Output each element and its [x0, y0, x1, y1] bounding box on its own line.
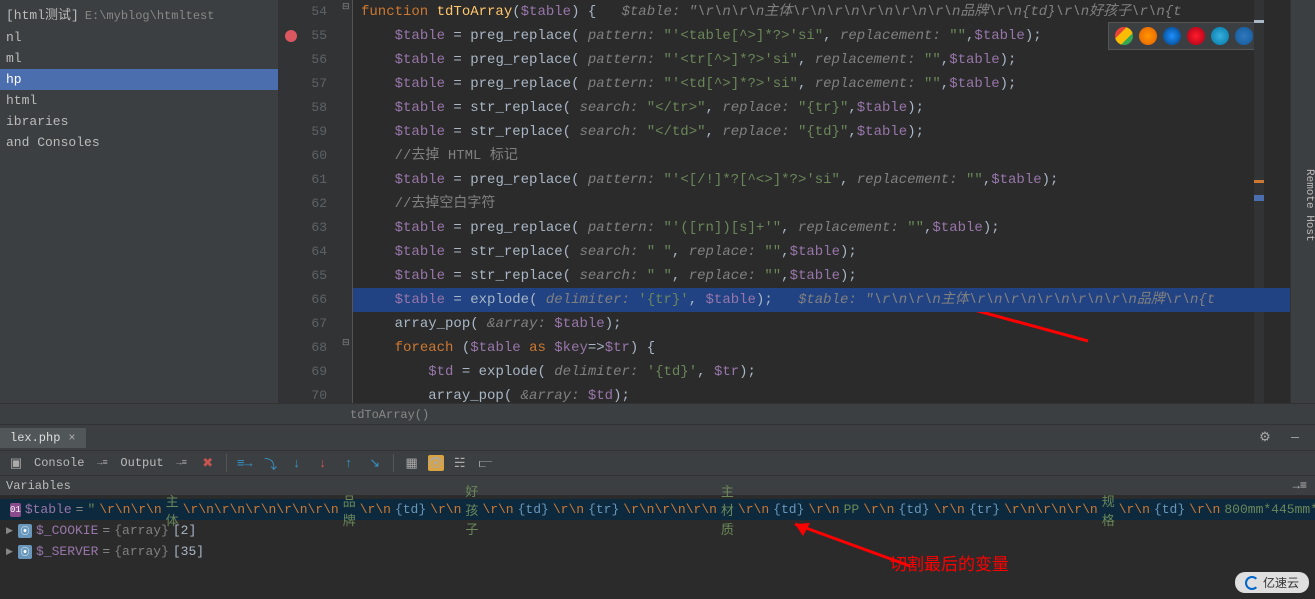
line-number[interactable]: 63: [279, 216, 327, 240]
code-line[interactable]: array_pop( &array: $table);: [353, 312, 1290, 336]
firefox-icon[interactable]: [1139, 27, 1157, 45]
output-dropdown-icon[interactable]: →≡: [172, 453, 192, 473]
step-out-icon[interactable]: ↑: [339, 453, 359, 473]
variable-row[interactable]: ▶⦿$_SERVER = {array} [35]: [0, 541, 1315, 562]
debug-toolbar: ▣ Console →≡ Output →≡ ✖ ≡→ ⤵ ↓ ↓ ↑ ↘ ▦ …: [0, 450, 1315, 475]
evaluate-icon[interactable]: ▦: [402, 453, 422, 473]
code-line[interactable]: $table = preg_replace( pattern: "'([rn])…: [353, 216, 1290, 240]
settings-icon[interactable]: ☵: [450, 453, 470, 473]
variable-row[interactable]: ▶⦿$_COOKIE = {array} [2]: [0, 520, 1315, 541]
edge-icon[interactable]: [1235, 27, 1253, 45]
line-number[interactable]: 55: [279, 24, 327, 48]
step-over-icon[interactable]: ⤵: [261, 453, 281, 473]
console-label[interactable]: Console: [32, 456, 86, 470]
close-output-icon[interactable]: ✖: [198, 453, 218, 473]
ie-icon[interactable]: [1211, 27, 1229, 45]
code-line[interactable]: $table = explode( delimiter: '{tr}', $ta…: [353, 288, 1290, 312]
watch-icon[interactable]: 👁: [428, 455, 444, 471]
code-line[interactable]: $table = str_replace( search: "</td>", r…: [353, 120, 1290, 144]
minimize-icon[interactable]: —: [1285, 428, 1305, 448]
code-line[interactable]: //去掉 HTML 标记: [353, 144, 1290, 168]
debug-tab-row: lex.php× ⚙ —: [0, 425, 1315, 450]
watermark: 亿速云: [1235, 572, 1309, 593]
line-number[interactable]: 67: [279, 312, 327, 336]
tree-item[interactable]: ml: [0, 48, 278, 69]
output-label[interactable]: Output: [118, 456, 165, 470]
tree-item[interactable]: html: [0, 90, 278, 111]
run-to-cursor-icon[interactable]: ↘: [365, 453, 385, 473]
console-dropdown-icon[interactable]: →≡: [92, 453, 112, 473]
project-path: E:\myblog\htmltest: [85, 9, 215, 23]
line-number[interactable]: 62: [279, 192, 327, 216]
line-number[interactable]: 54: [279, 0, 327, 24]
line-number[interactable]: 58: [279, 96, 327, 120]
breakpoint-icon[interactable]: [285, 30, 297, 42]
close-icon[interactable]: ×: [68, 431, 75, 445]
right-tool-strip[interactable]: Remote Host Database: [1290, 0, 1315, 403]
show-exec-point-icon[interactable]: ≡→: [235, 453, 255, 473]
line-number[interactable]: 65: [279, 264, 327, 288]
code-line[interactable]: $td = explode( delimiter: '{td}', $tr);: [353, 360, 1290, 384]
line-gutter[interactable]: 5455565758596061626364656667686970: [279, 0, 341, 403]
tree-item[interactable]: hp: [0, 69, 278, 90]
code-line[interactable]: $table = str_replace( search: " ", repla…: [353, 240, 1290, 264]
expand-icon[interactable]: ▶: [6, 526, 14, 536]
line-number[interactable]: 60: [279, 144, 327, 168]
tree-item[interactable]: and Consoles: [0, 132, 278, 153]
line-number[interactable]: 70: [279, 384, 327, 408]
chrome-icon[interactable]: [1115, 27, 1133, 45]
var-badge: ⦿: [18, 524, 32, 538]
project-title-row: [html测试] E:\myblog\htmltest: [0, 0, 278, 27]
variable-row[interactable]: 01$table = "\r\n\r\n主体\r\n\r\n\r\n\r\n\r…: [0, 499, 1315, 520]
variables-panel[interactable]: 01$table = "\r\n\r\n主体\r\n\r\n\r\n\r\n\r…: [0, 495, 1315, 566]
breadcrumb[interactable]: tdToArray(): [0, 403, 1315, 425]
tree-item[interactable]: ibraries: [0, 111, 278, 132]
step-into-icon[interactable]: ↓: [287, 453, 307, 473]
code-line[interactable]: $table = str_replace( search: " ", repla…: [353, 264, 1290, 288]
browser-icons[interactable]: [1108, 22, 1260, 50]
code-editor[interactable]: function tdToArray($table) { $table: "\r…: [353, 0, 1290, 403]
fold-icon[interactable]: ⊟: [342, 2, 351, 11]
line-number[interactable]: 68: [279, 336, 327, 360]
code-line[interactable]: $table = str_replace( search: "</tr>", r…: [353, 96, 1290, 120]
code-line[interactable]: $table = preg_replace( pattern: "'<[/!]*…: [353, 168, 1290, 192]
var-badge: 01: [10, 503, 21, 517]
annotation-text: 切割最后的变量: [890, 550, 1009, 575]
layout-icon[interactable]: ⫍: [476, 453, 496, 473]
fold-icon[interactable]: ⊟: [342, 338, 351, 347]
safari-icon[interactable]: [1163, 27, 1181, 45]
debug-tab[interactable]: lex.php×: [0, 428, 86, 448]
code-line[interactable]: foreach ($table as $key=>$tr) {: [353, 336, 1290, 360]
line-number[interactable]: 59: [279, 120, 327, 144]
code-line[interactable]: function tdToArray($table) { $table: "\r…: [353, 0, 1290, 24]
gear-icon[interactable]: ⚙: [1255, 428, 1275, 448]
force-step-into-icon[interactable]: ↓: [313, 453, 333, 473]
pin-icon[interactable]: →≡: [1293, 476, 1307, 495]
code-line[interactable]: $table = preg_replace( pattern: "'<td[^>…: [353, 72, 1290, 96]
tool-remote-host[interactable]: Remote Host: [1303, 8, 1315, 403]
watermark-icon: [1245, 576, 1259, 590]
project-name: [html测试]: [6, 4, 79, 23]
line-number[interactable]: 69: [279, 360, 327, 384]
line-number[interactable]: 66: [279, 288, 327, 312]
line-number[interactable]: 64: [279, 240, 327, 264]
fold-column[interactable]: ⊟⊟: [341, 0, 353, 403]
code-line[interactable]: $table = preg_replace( pattern: "'<tr[^>…: [353, 48, 1290, 72]
project-sidebar[interactable]: [html测试] E:\myblog\htmltest nlmlhphtmlib…: [0, 0, 279, 403]
code-line[interactable]: //去掉空白字符: [353, 192, 1290, 216]
code-line[interactable]: array_pop( &array: $td);: [353, 384, 1290, 403]
line-number[interactable]: 57: [279, 72, 327, 96]
tree-item[interactable]: nl: [0, 27, 278, 48]
line-number[interactable]: 56: [279, 48, 327, 72]
minimap[interactable]: [1254, 0, 1264, 403]
console-icon[interactable]: ▣: [6, 453, 26, 473]
expand-icon[interactable]: ▶: [6, 547, 14, 557]
var-badge: ⦿: [18, 545, 32, 559]
opera-icon[interactable]: [1187, 27, 1205, 45]
line-number[interactable]: 61: [279, 168, 327, 192]
variables-header: Variables →≡: [0, 475, 1315, 495]
